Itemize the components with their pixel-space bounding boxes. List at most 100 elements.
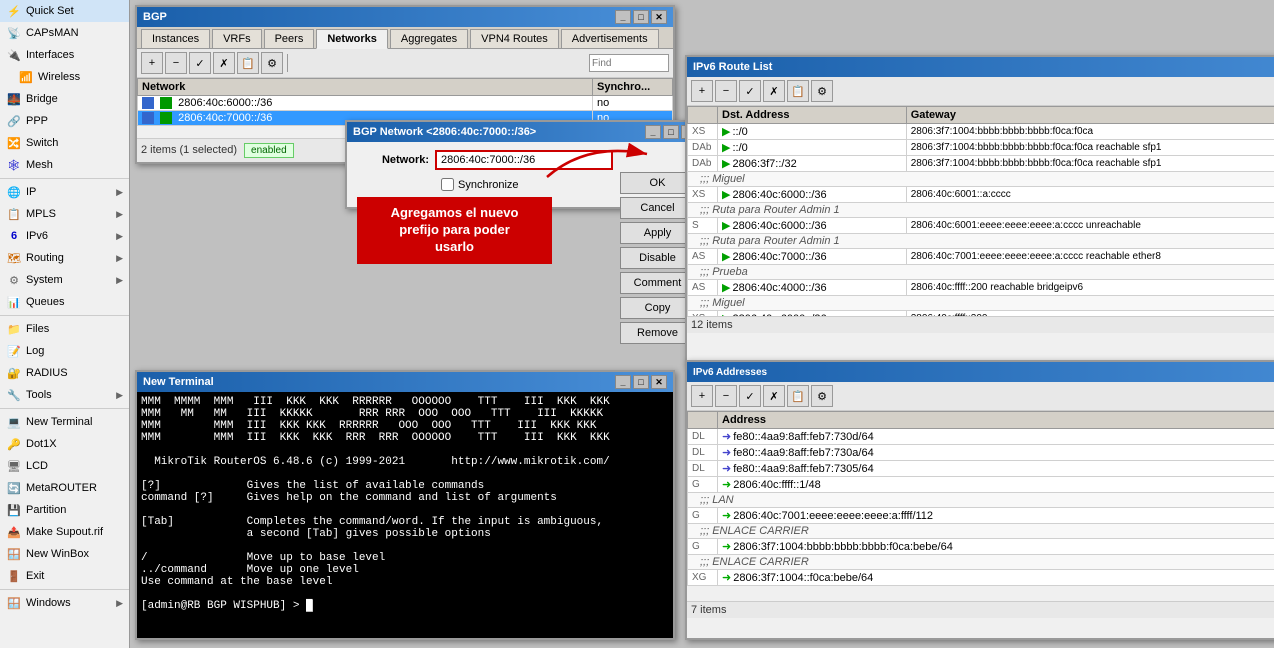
sidebar-item-windows[interactable]: 🪟 Windows ▶	[0, 592, 129, 614]
sidebar-item-new-winbox[interactable]: 🪟 New WinBox	[0, 543, 129, 565]
table-row[interactable]: G ➜2806:40c:7001:eeee:eeee:eeee:a:ffff/1…	[688, 508, 1274, 524]
tab-vrfs[interactable]: VRFs	[212, 29, 262, 48]
table-row[interactable]: ;;; ENLACE CARRIER	[688, 524, 1274, 539]
table-row[interactable]: ;;; Miguel	[688, 172, 1274, 187]
sidebar-item-partition[interactable]: 💾 Partition	[0, 499, 129, 521]
terminal-titlebar[interactable]: New Terminal _ □ ✕	[137, 372, 673, 392]
addr-enable-btn[interactable]: ✓	[739, 385, 761, 407]
comment-button[interactable]: Comment	[620, 272, 695, 294]
sidebar-item-mpls[interactable]: 📋 MPLS ▶	[0, 203, 129, 225]
remove-button[interactable]: Remove	[620, 322, 695, 344]
terminal-minimize-btn[interactable]: _	[615, 375, 631, 389]
sidebar-item-new-terminal[interactable]: 💻 New Terminal	[0, 411, 129, 433]
tab-instances[interactable]: Instances	[141, 29, 210, 48]
addr-add-btn[interactable]: +	[691, 385, 713, 407]
table-row[interactable]: DAb ▶2806:3f7::/32 2806:3f7:1004:bbbb:bb…	[688, 156, 1274, 172]
sidebar-item-dot1x[interactable]: 🔑 Dot1X	[0, 433, 129, 455]
table-row[interactable]: 2806:40c:6000::/36 no	[138, 96, 673, 111]
sidebar-item-interfaces[interactable]: 🔌 Interfaces	[0, 44, 129, 66]
sidebar-item-ipv6[interactable]: 6 IPv6 ▶	[0, 225, 129, 247]
bgp-titlebar[interactable]: BGP _ □ ✕	[137, 7, 673, 27]
copy-network-btn[interactable]: 📋	[237, 52, 259, 74]
remove-network-btn[interactable]: −	[165, 52, 187, 74]
sidebar-item-routing[interactable]: 🗺 Routing ▶	[0, 247, 129, 269]
sidebar-item-switch[interactable]: 🔀 Switch	[0, 132, 129, 154]
ipv6-remove-btn[interactable]: −	[715, 80, 737, 102]
disable-network-btn[interactable]: ✗	[213, 52, 235, 74]
table-row[interactable]: DL ➜fe80::4aa9:8aff:feb7:730a/64	[688, 445, 1274, 461]
bgp-close-btn[interactable]: ✕	[651, 10, 667, 24]
tab-vpn4-routes[interactable]: VPN4 Routes	[470, 29, 559, 48]
ipv6-disable-btn[interactable]: ✗	[763, 80, 785, 102]
terminal-close-btn[interactable]: ✕	[651, 375, 667, 389]
settings-network-btn[interactable]: ⚙	[261, 52, 283, 74]
addr-titlebar[interactable]: IPv6 Addresses _ □ ✕	[687, 362, 1274, 382]
sidebar-item-mesh[interactable]: 🕸 Mesh	[0, 154, 129, 176]
addr-disable-btn[interactable]: ✗	[763, 385, 785, 407]
table-row[interactable]: ;;; LAN	[688, 493, 1274, 508]
synchronize-checkbox[interactable]	[441, 178, 454, 191]
table-row[interactable]: AS ▶2806:40c:4000::/36 2806:40c:ffff::20…	[688, 280, 1274, 296]
terminal-prompt[interactable]: [admin@RB BGP WISPHUB] >	[141, 600, 306, 612]
sidebar-item-metarouter[interactable]: 🔄 MetaROUTER	[0, 477, 129, 499]
table-row[interactable]: XG ➜2806:3f7:1004::f0ca:bebe/64	[688, 570, 1274, 586]
table-row[interactable]: DL ➜fe80::4aa9:8aff:feb7:7305/64	[688, 461, 1274, 477]
bgp-find-input[interactable]	[589, 54, 669, 72]
sidebar-item-system[interactable]: ⚙ System ▶	[0, 269, 129, 291]
table-row[interactable]: S ▶2806:40c:6000::/36 2806:40c:6001:eeee…	[688, 218, 1274, 234]
dialog-maximize-btn[interactable]: □	[663, 125, 679, 139]
sidebar-item-radius[interactable]: 🔐 RADIUS	[0, 362, 129, 384]
terminal-maximize-btn[interactable]: □	[633, 375, 649, 389]
bgp-maximize-btn[interactable]: □	[633, 10, 649, 24]
addr-remove-btn[interactable]: −	[715, 385, 737, 407]
sidebar-item-queues[interactable]: 📊 Queues	[0, 291, 129, 313]
bgp-minimize-btn[interactable]: _	[615, 10, 631, 24]
ipv6-copy-btn[interactable]: 📋	[787, 80, 809, 102]
table-row[interactable]: XS ▶2806:40c:6000::/36 2806:40c:6001::a:…	[688, 187, 1274, 203]
ipv6-add-btn[interactable]: +	[691, 80, 713, 102]
cancel-button[interactable]: Cancel	[620, 197, 695, 219]
sidebar-item-log[interactable]: 📝 Log	[0, 340, 129, 362]
sidebar-item-exit[interactable]: 🚪 Exit	[0, 565, 129, 587]
sidebar-item-ppp[interactable]: 🔗 PPP	[0, 110, 129, 132]
sidebar-item-ip[interactable]: 🌐 IP ▶	[0, 181, 129, 203]
tools-arrow: ▶	[116, 390, 123, 401]
terminal-body[interactable]: MMM MMMM MMM III KKK KKK RRRRRR OOOOOO T…	[137, 392, 673, 638]
addr-copy-btn[interactable]: 📋	[787, 385, 809, 407]
table-row[interactable]: ;;; ENLACE CARRIER	[688, 555, 1274, 570]
table-row[interactable]: XS ▶::/0 2806:3f7:1004:bbbb:bbbb:bbbb:f0…	[688, 124, 1274, 140]
ipv6-titlebar[interactable]: IPv6 Route List _ □ ✕	[687, 57, 1274, 77]
ipv6-settings-btn[interactable]: ⚙	[811, 80, 833, 102]
tab-peers[interactable]: Peers	[264, 29, 315, 48]
addr-status-bar: 7 items	[687, 601, 1274, 618]
sidebar-item-label: Exit	[26, 570, 44, 582]
table-row[interactable]: ;;; Ruta para Router Admin 1	[688, 203, 1274, 218]
disable-button[interactable]: Disable	[620, 247, 695, 269]
table-row[interactable]: DAb ▶::/0 2806:3f7:1004:bbbb:bbbb:bbbb:f…	[688, 140, 1274, 156]
table-row[interactable]: ;;; Prueba	[688, 265, 1274, 280]
table-row[interactable]: DL ➜fe80::4aa9:8aff:feb7:730d/64	[688, 429, 1274, 445]
table-row[interactable]: AS ▶2806:40c:7000::/36 2806:40c:7001:eee…	[688, 249, 1274, 265]
tab-advertisements[interactable]: Advertisements	[561, 29, 659, 48]
sidebar-item-wireless[interactable]: 📶 Wireless	[0, 66, 129, 88]
sidebar-item-lcd[interactable]: 🖥 LCD	[0, 455, 129, 477]
sidebar-item-make-supout[interactable]: 📤 Make Supout.rif	[0, 521, 129, 543]
sidebar-item-quick-set[interactable]: ⚡ Quick Set	[0, 0, 129, 22]
sidebar-item-label: Queues	[26, 296, 65, 308]
enable-network-btn[interactable]: ✓	[189, 52, 211, 74]
table-row[interactable]: ;;; Miguel	[688, 296, 1274, 311]
addr-settings-btn[interactable]: ⚙	[811, 385, 833, 407]
apply-button[interactable]: Apply	[620, 222, 695, 244]
add-network-btn[interactable]: +	[141, 52, 163, 74]
copy-button[interactable]: Copy	[620, 297, 695, 319]
sidebar-item-tools[interactable]: 🔧 Tools ▶	[0, 384, 129, 406]
table-row[interactable]: ;;; Ruta para Router Admin 1	[688, 234, 1274, 249]
tab-aggregates[interactable]: Aggregates	[390, 29, 468, 48]
table-row[interactable]: G ➜2806:3f7:1004:bbbb:bbbb:bbbb:f0ca:beb…	[688, 539, 1274, 555]
tab-networks[interactable]: Networks	[316, 29, 388, 49]
sidebar-item-files[interactable]: 📁 Files	[0, 318, 129, 340]
ipv6-enable-btn[interactable]: ✓	[739, 80, 761, 102]
table-row[interactable]: G ➜2806:40c:ffff::1/48	[688, 477, 1274, 493]
sidebar-item-bridge[interactable]: 🌉 Bridge	[0, 88, 129, 110]
sidebar-item-capsman[interactable]: 📡 CAPsMAN	[0, 22, 129, 44]
